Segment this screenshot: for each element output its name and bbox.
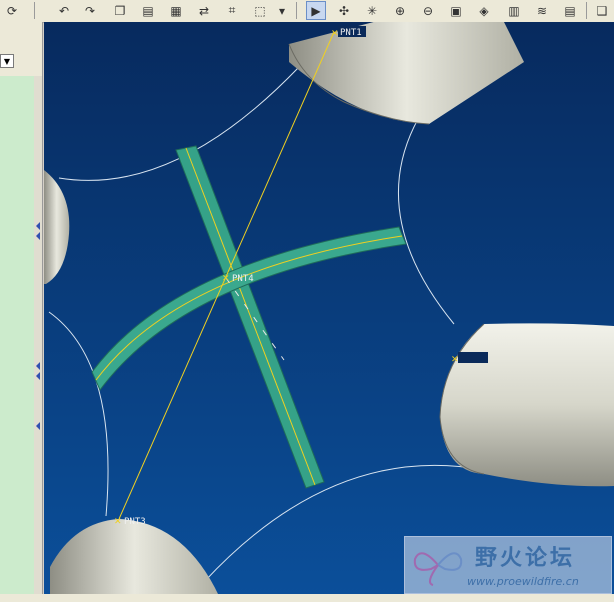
- point-label-pnt4: PNT4: [232, 274, 254, 284]
- datum-point-pnt3: ✕ PNT3: [114, 517, 146, 527]
- collapse-arrow-icon: [36, 222, 40, 230]
- select-dropdown-icon[interactable]: ▾: [272, 1, 292, 20]
- datum-point-pnt4: ✕ PNT4: [222, 274, 254, 284]
- window-icon[interactable]: ❑: [592, 1, 612, 20]
- undo-icon[interactable]: ↶: [54, 1, 74, 20]
- toolbar-separator: [586, 2, 587, 19]
- splitter-arrows: [36, 222, 40, 430]
- watermark-title: 野火论坛: [475, 546, 576, 571]
- point-label-right: [458, 352, 488, 363]
- svg-text:✕: ✕: [222, 274, 230, 284]
- select-box-icon[interactable]: ⬚: [250, 1, 270, 20]
- point-label-pnt3: PNT3: [124, 517, 146, 527]
- binoculars-icon[interactable]: ⌗: [222, 1, 242, 20]
- point-label-pnt1: PNT1: [340, 28, 362, 38]
- named-views-icon[interactable]: ▥: [504, 1, 524, 20]
- model-tree[interactable]: [0, 76, 35, 596]
- find-icon[interactable]: ⇄: [194, 1, 214, 20]
- svg-text:✕: ✕: [451, 355, 459, 365]
- collapse-arrow-icon: [36, 362, 40, 370]
- navigator-panel: ▼: [0, 22, 43, 602]
- toolbar-separator: [296, 2, 297, 19]
- regen-icon[interactable]: ⟳: [2, 1, 22, 20]
- orient-icon[interactable]: ◈: [474, 1, 494, 20]
- panel-splitter[interactable]: [34, 76, 42, 596]
- chevron-down-icon: ▼: [3, 56, 11, 66]
- cylinder-right: [439, 323, 614, 487]
- svg-text:✕: ✕: [114, 517, 122, 527]
- copy-icon[interactable]: ❐: [110, 1, 130, 20]
- paste-icon[interactable]: ▤: [138, 1, 158, 20]
- spin-center-icon[interactable]: ✳: [362, 1, 382, 20]
- butterfly-logo-icon: [413, 552, 463, 586]
- navigator-dropdown[interactable]: ▼: [0, 54, 14, 68]
- toolbar-separator: [34, 2, 35, 19]
- status-bar: [0, 594, 614, 602]
- view-spin-icon[interactable]: ▶: [306, 1, 326, 20]
- svg-text:✕: ✕: [331, 29, 339, 39]
- layers-icon[interactable]: ≋: [532, 1, 552, 20]
- model-tree-icon[interactable]: ▤: [560, 1, 580, 20]
- paste-special-icon[interactable]: ▦: [166, 1, 186, 20]
- redo-icon[interactable]: ↷: [80, 1, 100, 20]
- zoom-out-icon[interactable]: ⊖: [418, 1, 438, 20]
- forum-watermark: 野火论坛 www.proewildfire.cn: [404, 536, 612, 594]
- main-toolbar: ⟳ ↶ ↷ ❐ ▤ ▦ ⇄ ⌗ ⬚ ▾ ▶ ✣ ✳ ⊕ ⊖ ▣ ◈ ▥ ≋ ▤ …: [0, 0, 614, 23]
- viewport-background: [44, 22, 614, 596]
- graphics-viewport[interactable]: ✕ PNT1 ✕ PNT4 ✕ PNT3 ✕: [44, 22, 614, 596]
- zoom-in-icon[interactable]: ⊕: [390, 1, 410, 20]
- collapse-arrow-icon: [36, 232, 40, 240]
- datum-points-icon[interactable]: ✣: [334, 1, 354, 20]
- collapse-arrow-icon: [36, 372, 40, 380]
- collapse-arrow-icon: [36, 422, 40, 430]
- watermark-url: www.proewildfire.cn: [467, 575, 579, 588]
- refit-icon[interactable]: ▣: [446, 1, 466, 20]
